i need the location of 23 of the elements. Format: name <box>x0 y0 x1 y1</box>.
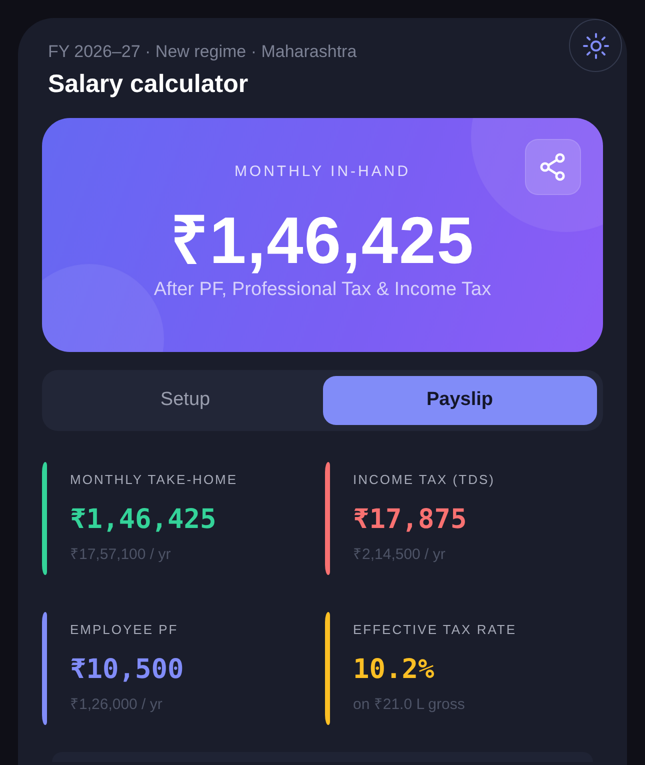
subtitle: FY 2026–27 · New regime · Maharashtra <box>48 42 357 62</box>
hero-label: MONTHLY IN-HAND <box>234 162 411 182</box>
stat-label: INCOME TAX (TDS) <box>353 471 495 489</box>
stat-label: EFFECTIVE TAX RATE <box>353 621 517 639</box>
stat-label: EMPLOYEE PF <box>70 621 180 639</box>
theme-toggle-button[interactable] <box>569 19 622 72</box>
sun-icon <box>582 32 608 58</box>
stat-value: ₹17,875 <box>353 503 468 537</box>
tab[interactable]: Setup <box>48 376 322 425</box>
stat-subtext: ₹1,26,000 / yr <box>70 695 164 715</box>
in-hand-amount: ₹1,46,425 <box>170 202 476 278</box>
stat-value: ₹10,500 <box>70 653 184 687</box>
hero-note: After PF, Professional Tax & Income Tax <box>154 278 492 302</box>
stat-subtext: ₹2,14,500 / yr <box>353 545 446 565</box>
share-icon <box>540 153 566 181</box>
stat-subtext: on ₹21.0 L gross <box>353 695 466 715</box>
share-button[interactable] <box>525 139 581 195</box>
stat-value: ₹1,46,425 <box>70 503 218 537</box>
stat-value: 10.2% <box>353 653 436 687</box>
page-title: Salary calculator <box>48 69 250 100</box>
tab[interactable]: Payslip <box>322 376 597 425</box>
stat-subtext: ₹17,57,100 / yr <box>70 545 172 565</box>
stat-label: MONTHLY TAKE-HOME <box>70 471 238 489</box>
